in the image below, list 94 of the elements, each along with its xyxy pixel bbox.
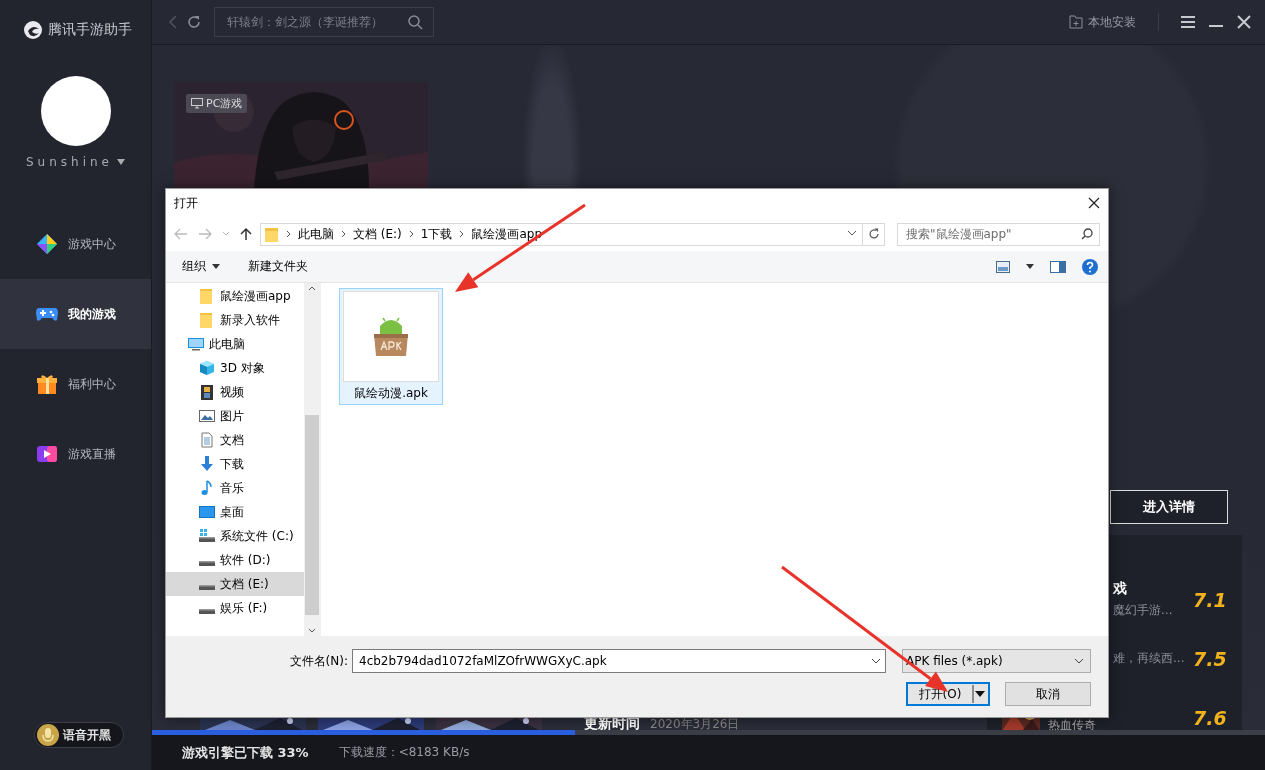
update-date: 2020年3月26日: [650, 715, 740, 730]
file-item[interactable]: 鼠绘动漫.apk: [339, 288, 443, 405]
help-icon[interactable]: [1082, 258, 1098, 275]
monitor-icon: [191, 98, 203, 109]
video-icon: [36, 443, 58, 465]
tree-item[interactable]: 视频: [166, 380, 304, 404]
game-title[interactable]: 戏: [1113, 580, 1193, 598]
voice-chat-button[interactable]: 语音开黑: [34, 722, 124, 748]
chevron-down-icon: [1074, 658, 1084, 664]
sidebar-item[interactable]: 游戏中心: [0, 209, 151, 279]
tree-item[interactable]: 此电脑: [166, 332, 304, 356]
dialog-title: 打开: [174, 194, 198, 212]
search-icon[interactable]: [407, 14, 423, 30]
sidebar-item[interactable]: 我的游戏: [0, 279, 151, 349]
pc-game-badge: PC游戏: [186, 94, 248, 113]
details-button[interactable]: 进入详情: [1110, 490, 1228, 524]
up-arrow-icon[interactable]: [240, 227, 252, 241]
scrollbar-thumb[interactable]: [305, 414, 319, 615]
microphone-icon: [37, 724, 59, 746]
game-score: 7.1: [1193, 588, 1227, 611]
cancel-button[interactable]: 取消: [1005, 682, 1091, 706]
download-status: 游戏引擎已下载 33%: [182, 743, 309, 762]
chevron-right-icon: [408, 230, 414, 238]
search-icon[interactable]: [1081, 228, 1093, 240]
tree-item[interactable]: 软件 (D:): [166, 548, 304, 572]
search-field[interactable]: 轩辕剑：剑之源（李诞推荐）: [214, 7, 434, 37]
local-install-button[interactable]: 本地安装: [1069, 13, 1136, 31]
folder-icon: [199, 288, 215, 304]
preview-pane-icon[interactable]: [1050, 260, 1066, 273]
breadcrumb[interactable]: 1下载: [420, 225, 453, 243]
menu-icon[interactable]: [1181, 16, 1195, 28]
dropdown-arrow-icon[interactable]: [972, 685, 986, 703]
image-icon: [199, 408, 215, 424]
scrollbar[interactable]: [304, 283, 320, 636]
tree-item[interactable]: 音乐: [166, 476, 304, 500]
tree-item[interactable]: 下载: [166, 452, 304, 476]
computer-icon: [188, 336, 204, 352]
tree-item[interactable]: 文档: [166, 428, 304, 452]
tree-item[interactable]: 鼠绘漫画app: [166, 284, 304, 308]
caret-icon[interactable]: [1026, 264, 1034, 269]
folder-icon: [199, 312, 215, 328]
sidebar-item[interactable]: 游戏直播: [0, 419, 151, 489]
refresh-icon[interactable]: [186, 14, 202, 30]
chevron-down-icon: [871, 658, 881, 664]
tree-item[interactable]: 桌面: [166, 500, 304, 524]
tree-item[interactable]: 系统文件 (C:): [166, 524, 304, 548]
apk-file-icon: [372, 315, 410, 358]
chevron-right-icon: [459, 230, 465, 238]
drive-icon: [199, 528, 215, 544]
breadcrumb[interactable]: 此电脑: [298, 225, 334, 243]
scroll-up-icon[interactable]: [308, 286, 316, 291]
chevron-right-icon: [341, 230, 346, 238]
tree-item[interactable]: 新录入软件: [166, 308, 304, 332]
tree-item[interactable]: 3D 对象: [166, 356, 304, 380]
filename-label: 文件名(N):: [289, 652, 348, 670]
diamond-icon: [36, 233, 58, 255]
new-folder-button[interactable]: 新建文件夹: [248, 258, 308, 275]
game-score: 7.5: [1193, 647, 1227, 670]
folder-plus-icon: [1069, 15, 1083, 29]
user-name[interactable]: Sunshine: [26, 155, 113, 169]
drive-icon: [199, 609, 215, 615]
film-icon: [199, 384, 215, 400]
desktop-icon: [199, 504, 215, 520]
folder-icon: [265, 226, 279, 242]
organize-button[interactable]: 组织: [182, 258, 220, 275]
refresh-icon[interactable]: [867, 228, 880, 240]
game-score: 7.6: [1193, 706, 1227, 729]
tree-item[interactable]: 图片: [166, 404, 304, 428]
drive-icon: [199, 561, 215, 567]
tree-item[interactable]: 娱乐 (F:): [166, 596, 304, 620]
document-icon: [199, 432, 215, 448]
filename-field[interactable]: 4cb2b794dad1072faMlZOfrWWGXyC.apk: [352, 649, 886, 673]
game-title[interactable]: 热血传奇: [1048, 719, 1168, 730]
sidebar-item[interactable]: 福利中心: [0, 349, 151, 419]
tree-item[interactable]: 文档 (E:): [166, 572, 304, 596]
music-note-icon: [199, 480, 215, 496]
chevron-right-icon: [286, 230, 291, 238]
cube-icon: [199, 360, 215, 376]
gift-icon: [36, 373, 58, 395]
search-input[interactable]: 轩辕剑：剑之源（李诞推荐）: [225, 14, 407, 30]
download-icon: [199, 456, 215, 472]
download-speed: 下载速度：<8183 KB/s: [338, 744, 470, 761]
scroll-down-icon[interactable]: [308, 628, 316, 633]
caret-icon: [212, 264, 220, 269]
game-description: 难，再续西...: [1113, 650, 1186, 667]
search-input[interactable]: 搜索"鼠绘漫画app": [906, 227, 1056, 241]
breadcrumb[interactable]: 文档 (E:): [353, 225, 402, 243]
drive-icon: [199, 585, 215, 591]
logo-icon: [24, 21, 42, 39]
close-icon[interactable]: [1088, 197, 1100, 209]
view-icon[interactable]: [996, 260, 1010, 273]
app-title: 腾讯手游助手: [48, 21, 132, 39]
game-description: 魔幻手游...: [1113, 602, 1174, 619]
caret-icon[interactable]: [117, 159, 125, 165]
